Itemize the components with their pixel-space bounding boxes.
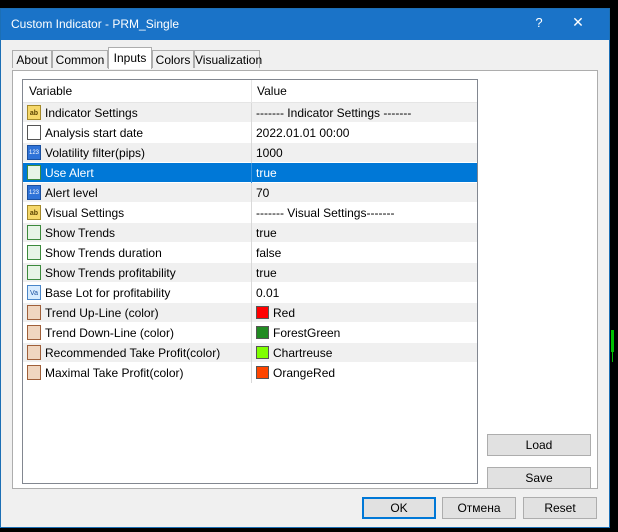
value-text: ------- Visual Settings------- [256,206,395,220]
value-text: true [256,266,277,280]
table-row[interactable]: 123 Volatility filter(pips) 1000 [23,143,477,163]
table-row[interactable]: Show Trends profitability true [23,263,477,283]
variable-name: Trend Up-Line (color) [45,306,159,320]
value-cell[interactable]: ForestGreen [251,323,477,343]
variable-name: Alert level [45,186,98,200]
value-cell[interactable]: ------- Visual Settings------- [251,203,477,223]
title-bar[interactable]: Custom Indicator - PRM_Single ? ✕ [1,9,609,40]
variable-name: Visual Settings [45,206,125,220]
color-swatch [256,306,269,319]
variable-name: Show Trends [45,226,116,240]
value-text: 2022.01.01 00:00 [256,126,350,140]
reset-button[interactable]: Reset [523,497,597,519]
chart-bar [611,330,614,352]
value-cell[interactable]: 70 [251,183,477,203]
ok-button[interactable]: OK [362,497,436,519]
tab-about[interactable]: About [12,50,52,68]
load-button[interactable]: Load [487,434,591,456]
save-button[interactable]: Save [487,467,591,489]
table-row[interactable]: Analysis start date 2022.01.01 00:00 [23,123,477,143]
tab-visualization[interactable]: Visualization [194,50,262,68]
value-text: Chartreuse [273,346,333,360]
value-cell[interactable]: 0.01 [251,283,477,303]
value-text: false [256,246,282,260]
value-cell[interactable]: false [251,243,477,263]
double-icon: Va [27,285,41,300]
table-row[interactable]: Show Trends true [23,223,477,243]
value-text: 70 [256,186,270,200]
window-title: Custom Indicator - PRM_Single [11,17,180,31]
value-cell[interactable]: Chartreuse [251,343,477,363]
integer-icon: 123 [27,185,41,200]
variable-name: Base Lot for profitability [45,286,171,300]
column-header-value[interactable]: Value [251,80,477,102]
value-cell[interactable]: OrangeRed [251,363,477,383]
variable-name: Analysis start date [45,126,144,140]
ab-string-icon: ab [27,205,41,220]
chart-bar [612,352,613,362]
table-row[interactable]: Recommended Take Profit(color) Chartreuse [23,343,477,363]
value-text: ForestGreen [273,326,341,340]
value-text: true [256,166,277,180]
value-cell[interactable]: Red [251,303,477,323]
value-text: 0.01 [256,286,280,300]
variable-name: Volatility filter(pips) [45,146,146,160]
inputs-panel: Variable Value ab Indicator Settings -----… [12,70,598,489]
tab-inputs[interactable]: Inputs [108,47,152,69]
dialog-window: Custom Indicator - PRM_Single ? ✕ About … [0,8,610,528]
value-cell[interactable]: true [251,223,477,243]
variable-name: Indicator Settings [45,106,138,120]
value-cell[interactable]: true [251,263,477,283]
color-icon [27,365,41,380]
variable-name: Maximal Take Profit(color) [45,366,184,380]
value-cell[interactable]: 2022.01.01 00:00 [251,123,477,143]
variable-name: Show Trends duration [45,246,162,260]
table-row[interactable]: Trend Up-Line (color) Red [23,303,477,323]
grid-header: Variable Value [23,80,477,103]
variable-name: Recommended Take Profit(color) [45,346,221,360]
boolean-icon [27,245,41,260]
value-text: OrangeRed [273,366,336,380]
table-row[interactable]: ab Indicator Settings ------- Indicator Se… [23,103,477,123]
table-row[interactable]: Va Base Lot for profitability 0.01 [23,283,477,303]
help-icon[interactable]: ? [529,15,549,33]
boolean-icon [27,265,41,280]
table-row[interactable]: Trend Down-Line (color) ForestGreen [23,323,477,343]
tab-common[interactable]: Common [52,50,108,68]
cancel-button[interactable]: Отмена [442,497,516,519]
column-header-variable[interactable]: Variable [23,80,251,102]
variable-name: Use Alert [45,166,94,180]
value-cell[interactable]: 1000 [251,143,477,163]
value-text: 1000 [256,146,283,160]
color-icon [27,345,41,360]
color-icon [27,305,41,320]
color-icon [27,325,41,340]
close-icon[interactable]: ✕ [567,14,589,34]
value-text: ------- Indicator Settings ------- [256,106,412,120]
value-text: true [256,226,277,240]
variable-name: Show Trends profitability [45,266,176,280]
ab-string-icon: ab [27,105,41,120]
value-cell[interactable]: ------- Indicator Settings ------- [251,103,477,123]
boolean-icon [27,165,41,180]
color-swatch [256,366,269,379]
integer-icon: 123 [27,145,41,160]
datetime-icon [27,125,41,140]
color-swatch [256,326,269,339]
boolean-icon [27,225,41,240]
color-swatch [256,346,269,359]
value-text: Red [273,306,296,320]
tab-colors[interactable]: Colors [152,50,194,68]
table-row[interactable]: Maximal Take Profit(color) OrangeRed [23,363,477,383]
table-row[interactable]: 123 Alert level 70 [23,183,477,203]
inputs-grid: Variable Value ab Indicator Settings -----… [22,79,478,484]
table-row[interactable]: Show Trends duration false [23,243,477,263]
table-row[interactable]: Use Alert true [23,163,477,183]
variable-name: Trend Down-Line (color) [45,326,174,340]
table-row[interactable]: ab Visual Settings ------- Visual Settings… [23,203,477,223]
value-cell[interactable]: true [251,163,477,183]
